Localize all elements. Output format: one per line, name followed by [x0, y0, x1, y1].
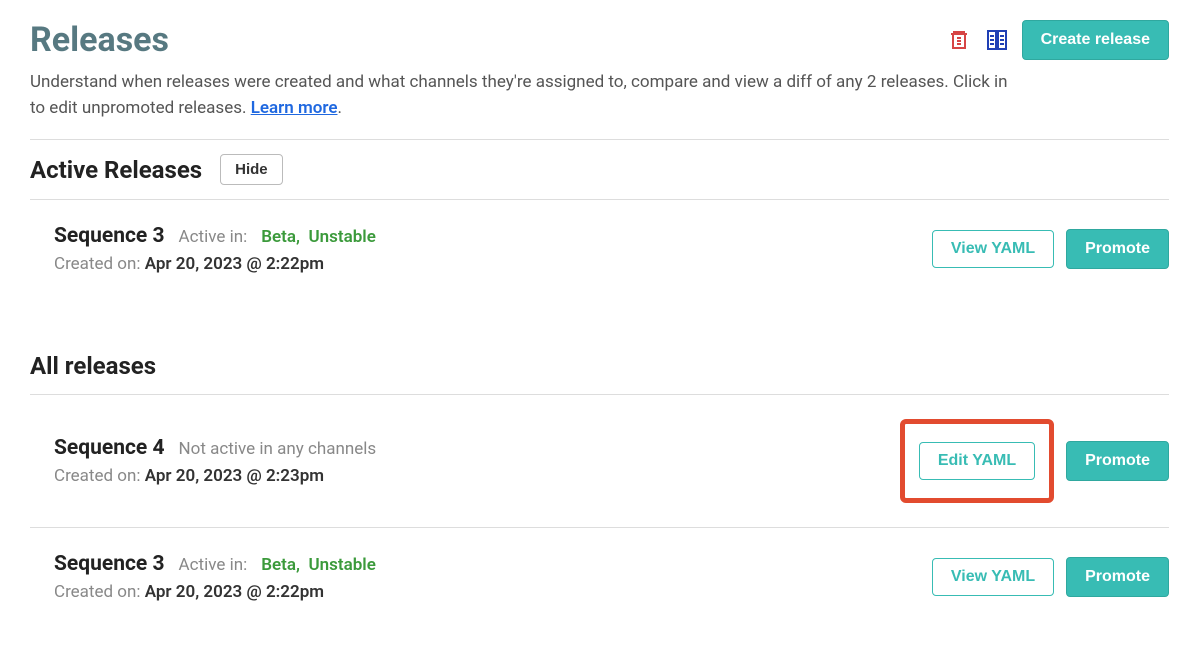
active-releases-header: Active Releases Hide [30, 140, 1169, 199]
highlight-annotation: Edit YAML [900, 419, 1054, 503]
release-info: Sequence 3 Active in: Beta, Unstable Cre… [54, 224, 376, 274]
release-row: Sequence 3 Active in: Beta, Unstable Cre… [30, 528, 1169, 626]
description-text: Understand when releases were created an… [30, 72, 1008, 118]
release-row: Sequence 3 Active in: Beta, Unstable Cre… [30, 200, 1169, 298]
promote-button[interactable]: Promote [1066, 441, 1169, 481]
created-label: Created on: [54, 466, 141, 486]
view-yaml-button[interactable]: View YAML [932, 230, 1054, 268]
promote-button[interactable]: Promote [1066, 229, 1169, 269]
release-actions: Edit YAML Promote [900, 419, 1169, 503]
release-actions: View YAML Promote [932, 557, 1169, 597]
learn-more-link[interactable]: Learn more [251, 98, 338, 118]
diff-columns-icon[interactable] [984, 27, 1010, 53]
release-info: Sequence 3 Active in: Beta, Unstable Cre… [54, 552, 376, 602]
release-actions: View YAML Promote [932, 229, 1169, 269]
channel-badge: Beta [261, 227, 296, 247]
created-line: Created on: Apr 20, 2023 @ 2:22pm [54, 582, 376, 602]
trash-list-icon[interactable] [946, 27, 972, 53]
release-row: Sequence 4 Not active in any channels Cr… [30, 395, 1169, 528]
created-value: Apr 20, 2023 @ 2:23pm [145, 466, 324, 486]
page-title: Releases [30, 20, 169, 60]
created-value: Apr 20, 2023 @ 2:22pm [145, 582, 324, 602]
create-release-button[interactable]: Create release [1022, 20, 1169, 60]
edit-yaml-button[interactable]: Edit YAML [919, 442, 1035, 480]
channel-list: Beta, Unstable [261, 555, 376, 575]
created-line: Created on: Apr 20, 2023 @ 2:23pm [54, 466, 376, 486]
release-name: Sequence 4 [54, 436, 165, 460]
channel-sep: , [296, 555, 308, 575]
period: . [338, 98, 342, 118]
release-name: Sequence 3 [54, 224, 165, 248]
active-in-label: Active in: [179, 555, 248, 575]
view-yaml-button[interactable]: View YAML [932, 558, 1054, 596]
channel-sep: , [296, 227, 308, 247]
not-active-label: Not active in any channels [179, 439, 377, 459]
active-releases-title: Active Releases [30, 156, 202, 184]
release-info: Sequence 4 Not active in any channels Cr… [54, 436, 376, 486]
created-label: Created on: [54, 254, 141, 274]
channel-badge: Beta [261, 555, 296, 575]
all-releases-section: All releases Sequence 4 Not active in an… [30, 338, 1169, 626]
release-name: Sequence 3 [54, 552, 165, 576]
channel-badge: Unstable [308, 227, 375, 247]
page-description: Understand when releases were created an… [30, 70, 1010, 121]
channel-list: Beta, Unstable [261, 227, 376, 247]
created-line: Created on: Apr 20, 2023 @ 2:22pm [54, 254, 376, 274]
promote-button[interactable]: Promote [1066, 557, 1169, 597]
created-value: Apr 20, 2023 @ 2:22pm [145, 254, 324, 274]
all-releases-header: All releases [30, 338, 1169, 394]
header-actions: Create release [946, 20, 1169, 60]
active-in-label: Active in: [179, 227, 248, 247]
created-label: Created on: [54, 582, 141, 602]
all-releases-title: All releases [30, 352, 156, 380]
channel-badge: Unstable [308, 555, 375, 575]
hide-button[interactable]: Hide [220, 154, 283, 185]
